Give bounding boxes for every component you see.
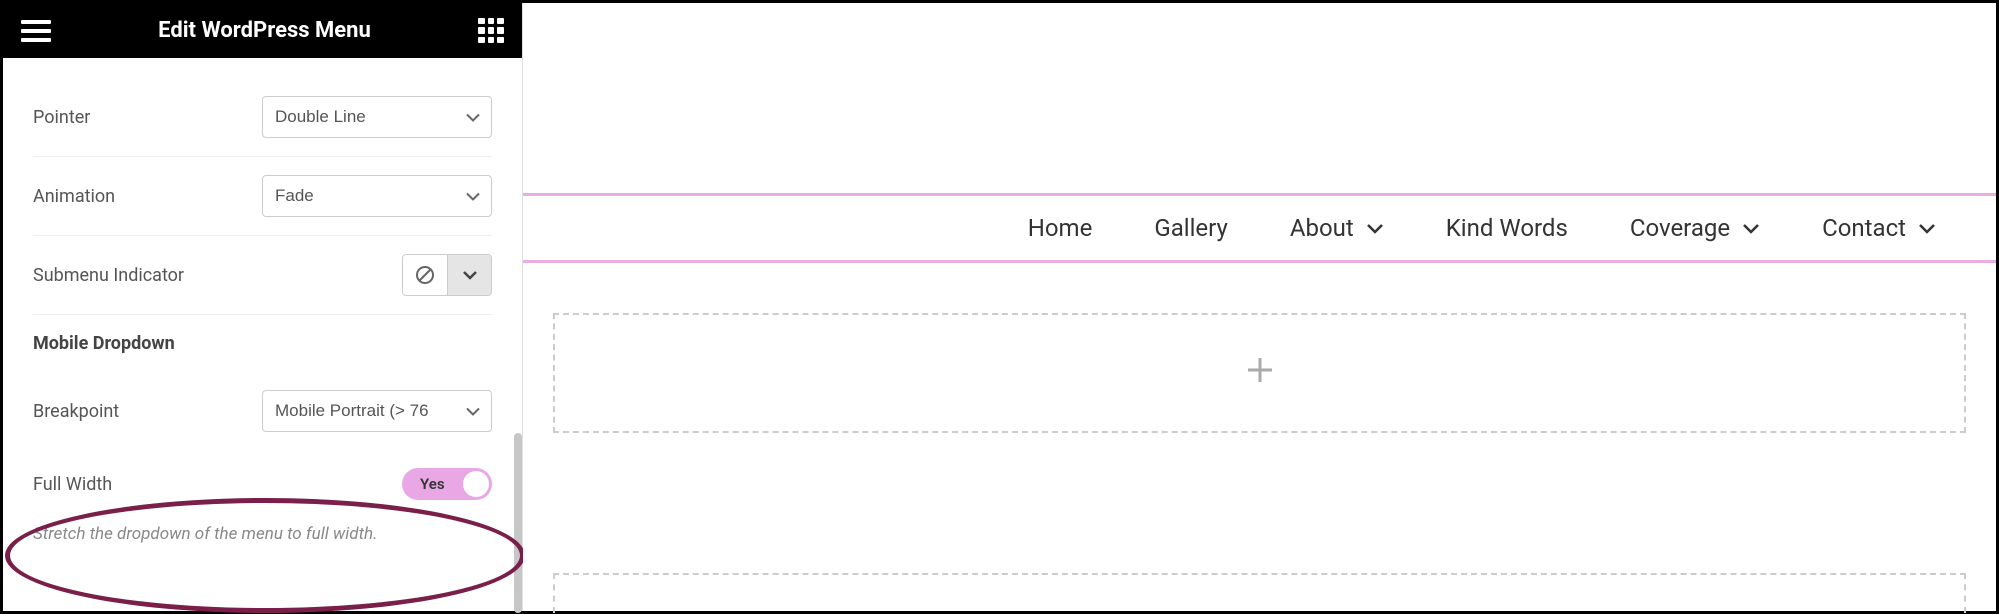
toggle-knob: [463, 471, 489, 497]
animation-label: Animation: [33, 186, 115, 207]
breakpoint-select-wrap: [262, 390, 492, 432]
full-width-help: Stretch the dropdown of the menu to full…: [33, 518, 492, 564]
animation-select[interactable]: [262, 175, 492, 217]
preview-nav-menu: Home Gallery About Kind Words Coverage C…: [523, 193, 1996, 263]
breakpoint-select[interactable]: [262, 390, 492, 432]
chevron-down-icon: [1366, 222, 1384, 234]
full-width-toggle[interactable]: Yes: [402, 468, 492, 500]
submenu-indicator-group: [402, 254, 492, 296]
sidebar-body: Pointer Animation Submenu Indicator: [3, 58, 522, 611]
sidebar-title: Edit WordPress Menu: [51, 18, 478, 43]
toggle-value: Yes: [420, 475, 445, 493]
sidebar-header: Edit WordPress Menu: [3, 3, 522, 58]
nav-item-about[interactable]: About: [1290, 214, 1384, 242]
breakpoint-label: Breakpoint: [33, 401, 119, 422]
nav-label: Home: [1028, 214, 1093, 242]
preview-canvas: Home Gallery About Kind Words Coverage C…: [523, 3, 1996, 611]
nav-item-contact[interactable]: Contact: [1822, 214, 1936, 242]
pointer-control: Pointer: [33, 78, 492, 157]
indicator-none-button[interactable]: [403, 255, 447, 295]
pointer-label: Pointer: [33, 107, 90, 128]
nav-label: Coverage: [1630, 214, 1730, 242]
nav-label: Gallery: [1154, 214, 1228, 242]
full-width-control: Full Width Yes: [33, 450, 492, 518]
nav-item-gallery[interactable]: Gallery: [1154, 214, 1228, 242]
editor-sidebar: Edit WordPress Menu Pointer Animation: [3, 3, 523, 611]
pointer-select-wrap: [262, 96, 492, 138]
chevron-down-icon: [1742, 222, 1760, 234]
apps-grid-icon[interactable]: [478, 18, 504, 44]
chevron-down-icon: [462, 269, 478, 281]
animation-control: Animation: [33, 157, 492, 236]
animation-select-wrap: [262, 175, 492, 217]
nav-label: Contact: [1822, 214, 1906, 242]
full-width-label: Full Width: [33, 474, 112, 495]
submenu-indicator-label: Submenu Indicator: [33, 265, 184, 286]
nav-item-coverage[interactable]: Coverage: [1630, 214, 1760, 242]
chevron-down-icon: [1918, 222, 1936, 234]
breakpoint-control: Breakpoint: [33, 372, 492, 450]
nav-item-home[interactable]: Home: [1028, 214, 1093, 242]
indicator-caret-button[interactable]: [447, 255, 491, 295]
nav-item-kind-words[interactable]: Kind Words: [1446, 214, 1568, 242]
plus-icon: [1246, 353, 1274, 393]
nav-label: About: [1290, 214, 1354, 242]
submenu-indicator-control: Submenu Indicator: [33, 236, 492, 315]
add-section-placeholder[interactable]: [553, 313, 1966, 433]
drop-zone[interactable]: [553, 573, 1966, 613]
none-icon: [415, 265, 435, 285]
mobile-dropdown-section: Mobile Dropdown: [33, 315, 492, 372]
pointer-select[interactable]: [262, 96, 492, 138]
scrollbar-thumb[interactable]: [514, 433, 522, 613]
hamburger-icon[interactable]: [21, 20, 51, 42]
nav-label: Kind Words: [1446, 214, 1568, 242]
